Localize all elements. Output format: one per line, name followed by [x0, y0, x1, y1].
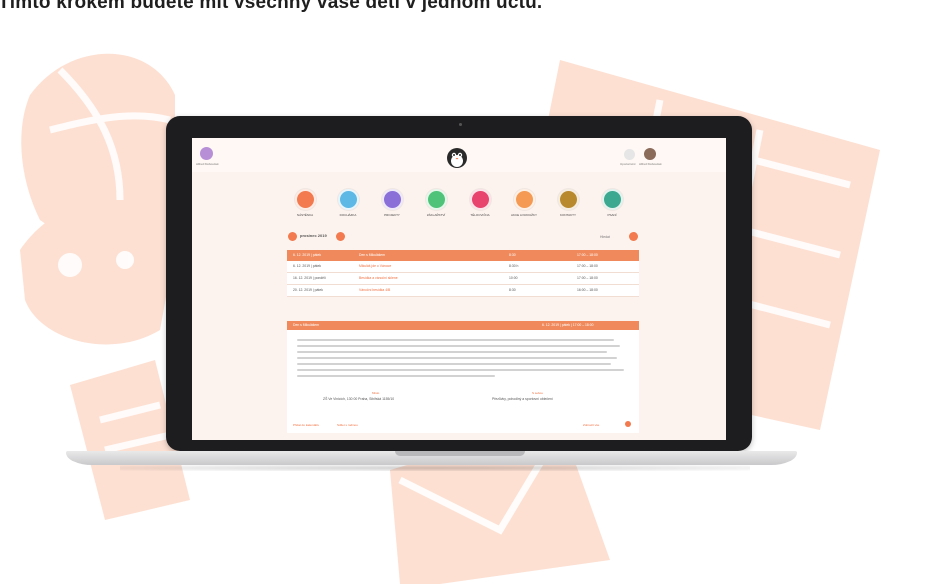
gym-icon	[469, 189, 491, 210]
row-range: 17:00 – 18:00	[577, 264, 598, 268]
events-table: 6. 12. 2019 | pátek Den s Mikulášem 8:30…	[287, 250, 639, 297]
user-name-label[interactable]: Alfred Klobouček	[196, 162, 219, 166]
table-row[interactable]: 16. 12. 2019 | pondělí Besídka a vánoční…	[287, 273, 639, 285]
laptop-notch	[395, 451, 525, 456]
detail-description	[297, 339, 627, 381]
menu-label: AKCE A KROUŽKY	[510, 213, 537, 217]
table-header-row[interactable]: 6. 12. 2019 | pátek Den s Mikulášem 8:30…	[287, 250, 639, 261]
detail-header: Den s Mikulášem 6. 12. 2019 | pátek | 17…	[287, 321, 639, 330]
row-range: 16:00 – 18:00	[577, 288, 598, 292]
header-range: 17:00 – 18:00	[577, 253, 598, 257]
menu-item-akce[interactable]: AKCE A KROUŽKY	[506, 189, 542, 217]
contacts-icon	[557, 189, 579, 210]
penguin-icon	[447, 148, 467, 168]
row-range: 17:00 – 18:00	[577, 276, 598, 280]
menu-label: DOCHÁZKA	[339, 213, 357, 217]
items-label: S sebou	[532, 391, 544, 395]
page-headline: Tímto krokem budete mít všechny vaše dět…	[0, 0, 543, 13]
mail-icon	[601, 189, 623, 210]
arrow-right-icon[interactable]	[625, 421, 631, 427]
menu-label: TĚLOCVIČNA	[470, 213, 490, 217]
header-title: Den s Mikulášem	[359, 253, 386, 257]
profile-name-label[interactable]: Alfred Klobouček	[639, 162, 662, 166]
row-title[interactable]: Vánoční besídka 4/B	[359, 288, 390, 292]
menu-label: KONTAKTY	[560, 213, 576, 217]
school-icon	[425, 189, 447, 210]
menu-item-projekty[interactable]: PROJEKTY	[374, 189, 410, 217]
menu-label: PROJEKTY	[384, 213, 400, 217]
row-time: 10:00	[509, 276, 518, 280]
menu-item-nastenka[interactable]: NÁSTĚNKA	[287, 189, 323, 217]
menu-label: PSANÍ	[607, 213, 617, 217]
header-time: 8:30	[509, 253, 516, 257]
event-detail-panel: Den s Mikulášem 6. 12. 2019 | pátek | 17…	[287, 321, 639, 433]
filter-button[interactable]	[629, 232, 638, 241]
menu-label: NÁSTĚNKA	[296, 213, 314, 217]
app-header: Alfred Klobouček Upozornění Alfred Klobo…	[192, 138, 726, 172]
search-label[interactable]: Hledat	[600, 235, 610, 239]
board-icon	[294, 189, 316, 210]
place-label: Místo	[372, 391, 380, 395]
menu-item-zaklarstvi[interactable]: ZÁKLAŘSTVÍ	[418, 189, 454, 217]
row-time: 8:30 h	[509, 264, 519, 268]
month-navigation: prosinec 2019 Hledat	[288, 231, 638, 243]
menu-item-dochazka[interactable]: DOCHÁZKA	[330, 189, 366, 217]
detail-date: 6. 12. 2019 | pátek | 17:00 – 18:00	[542, 323, 594, 327]
share-family-link[interactable]: Sdílet s rodinou	[337, 423, 358, 427]
row-date: 20. 12. 2019 | pátek	[293, 288, 323, 292]
table-row[interactable]: 6. 12. 2019 | pátek Mikuláš jde o Vánoce…	[287, 261, 639, 273]
profile-avatar[interactable]	[644, 148, 656, 160]
bell-icon[interactable]	[624, 149, 635, 160]
header-date: 6. 12. 2019 | pátek	[293, 253, 322, 257]
laptop-shadow	[120, 465, 750, 471]
row-title[interactable]: Mikuláš jde o Vánoce	[359, 264, 391, 268]
menu-item-kontakty[interactable]: KONTAKTY	[550, 189, 586, 217]
next-month-button[interactable]	[336, 232, 345, 241]
row-date: 6. 12. 2019 | pátek	[293, 264, 322, 268]
camera-dot	[459, 123, 462, 126]
items-value: Přezůvky, pohodlný a sportovní oblečení	[492, 397, 553, 401]
month-label: prosinec 2019	[300, 233, 327, 238]
app-screen: Alfred Klobouček Upozornění Alfred Klobo…	[192, 138, 726, 440]
show-all-link[interactable]: Zobrazit vše	[583, 423, 599, 427]
attendance-icon	[337, 189, 359, 210]
menu-item-psani[interactable]: PSANÍ	[594, 189, 630, 217]
events-icon	[513, 189, 535, 210]
row-date: 16. 12. 2019 | pondělí	[293, 276, 326, 280]
place-value: ZŠ Ve Vinicích, 130 00 Praha, Sibiřská 1…	[323, 397, 395, 401]
menu-label: ZÁKLAŘSTVÍ	[426, 213, 446, 217]
user-avatar[interactable]	[200, 147, 213, 160]
projects-icon	[381, 189, 403, 210]
main-menu: NÁSTĚNKA DOCHÁZKA PROJEKTY ZÁKLAŘSTVÍ TĚ…	[287, 189, 637, 225]
menu-item-telocvicna[interactable]: TĚLOCVIČNA	[462, 189, 498, 217]
add-to-calendar-link[interactable]: Přidat do kalendáře	[293, 423, 319, 427]
row-time: 8:30	[509, 288, 516, 292]
detail-title: Den s Mikulášem	[293, 323, 320, 327]
notifications-label[interactable]: Upozornění	[620, 162, 636, 166]
table-row[interactable]: 20. 12. 2019 | pátek Vánoční besídka 4/B…	[287, 285, 639, 297]
row-title[interactable]: Besídka a vánoční sklene	[359, 276, 398, 280]
prev-month-button[interactable]	[288, 232, 297, 241]
